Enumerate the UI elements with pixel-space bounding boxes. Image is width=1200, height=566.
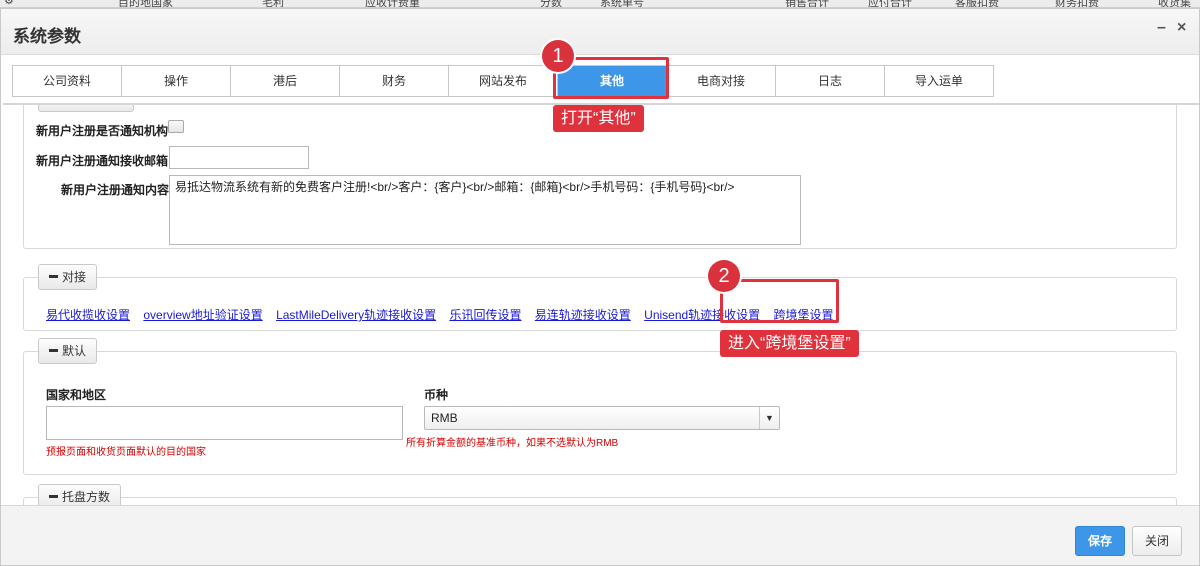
link-yidaishou[interactable]: 易代收揽收设置	[46, 308, 130, 322]
link-yilian[interactable]: 易连轨迹接收设置	[535, 308, 631, 322]
tab-website[interactable]: 网站发布	[449, 66, 558, 96]
integration-legend: 对接	[62, 270, 87, 284]
grid-header-cell: 分数	[540, 0, 562, 8]
tab-finance[interactable]: 财务	[340, 66, 449, 96]
currency-select[interactable]: RMB ▼	[424, 406, 780, 430]
grid-header-cell: 应付合计	[868, 0, 912, 8]
grid-header-cell: 系统单号	[600, 0, 644, 8]
integration-toggle-button[interactable]: 对接	[38, 264, 98, 290]
grid-header-cell: 收货集	[1158, 0, 1191, 8]
tab-port[interactable]: 港后	[231, 66, 340, 96]
gear-icon: ⚙	[4, 0, 14, 7]
dialog-title: 系统参数	[13, 27, 81, 46]
tab-company-info[interactable]: 公司资料	[13, 66, 122, 96]
minimize-icon[interactable]: –	[1157, 19, 1166, 37]
country-label: 国家和地区	[46, 388, 107, 402]
country-hint: 预报页面和收货页面默认的目的国家	[46, 447, 206, 458]
grid-header-cell: 财务扣费	[1055, 0, 1099, 8]
settings-content: 新用户注册是否通知机构 新用户注册通知接收邮箱 新用户注册通知内容 易抵达物流系…	[3, 103, 1199, 511]
currency-selected-value: RMB	[431, 411, 458, 425]
dialog-footer: 保存 关闭	[1, 505, 1199, 565]
notify-email-input[interactable]	[169, 146, 309, 169]
link-lastmiledelivery[interactable]: LastMileDelivery轨迹接收设置	[276, 308, 436, 322]
tab-bar: 公司资料 操作 港后 财务 网站发布 其他 电商对接 日志 导入运单	[12, 65, 994, 97]
close-icon[interactable]: ×	[1177, 19, 1186, 37]
defaults-toggle-button[interactable]: 默认	[38, 338, 98, 364]
grid-header-cell: 目的地国家	[118, 0, 173, 8]
chevron-down-icon: ▼	[759, 407, 779, 429]
close-button[interactable]: 关闭	[1132, 526, 1183, 556]
tab-operation[interactable]: 操作	[122, 66, 231, 96]
minus-icon	[49, 275, 58, 279]
grid-header-cell: 客服扣费	[955, 0, 999, 8]
save-button[interactable]: 保存	[1075, 526, 1126, 556]
step1-callout: 打开“其他”	[553, 105, 644, 132]
section-toggle-button[interactable]	[38, 105, 134, 112]
grid-header-cell: 销售合计	[785, 0, 829, 8]
grid-header-cell: 毛利	[262, 0, 284, 8]
grid-header-cell: 应收计费重	[365, 0, 420, 8]
notify-email-label: 新用户注册通知接收邮箱	[36, 154, 169, 168]
step2-callout: 进入“跨境堡设置”	[720, 330, 859, 357]
notify-org-label: 新用户注册是否通知机构	[36, 124, 169, 138]
currency-label: 币种	[424, 388, 449, 402]
notify-org-checkbox[interactable]	[168, 120, 184, 133]
dialog-title-bar: 系统参数 – ×	[1, 9, 1199, 55]
link-overview[interactable]: overview地址验证设置	[143, 308, 262, 322]
defaults-section: 默认 国家和地区 预报页面和收货页面默认的目的国家 币种 RMB ▼ 所有折算金…	[23, 338, 1177, 475]
notify-content-textarea[interactable]: 易抵达物流系统有新的免费客户注册!<br/>客户：{客户}<br/>邮箱：{邮箱…	[169, 175, 801, 245]
minus-icon	[49, 495, 58, 499]
minus-icon	[49, 349, 58, 353]
step2-badge: 2	[708, 260, 740, 292]
integration-section: 对接 易代收揽收设置 overview地址验证设置 LastMileDelive…	[23, 264, 1177, 331]
pallet-legend: 托盘方数	[62, 490, 111, 504]
step1-badge: 1	[542, 40, 574, 72]
country-input[interactable]	[46, 406, 403, 440]
notify-content-label: 新用户注册通知内容	[61, 183, 170, 197]
defaults-legend: 默认	[62, 344, 87, 358]
link-lexun[interactable]: 乐讯回传设置	[449, 308, 521, 322]
tab-import-waybill[interactable]: 导入运单	[885, 66, 993, 96]
background-grid-header: ⚙ 目的地国家 毛利 应收计费重 分数 系统单号 销售合计 应付合计 客服扣费 …	[0, 0, 1200, 8]
tab-ecommerce[interactable]: 电商对接	[667, 66, 776, 96]
tab-log[interactable]: 日志	[776, 66, 885, 96]
step2-highlight	[720, 279, 839, 323]
currency-hint: 所有折算金额的基准币种，如果不选默认为RMB	[406, 438, 619, 449]
